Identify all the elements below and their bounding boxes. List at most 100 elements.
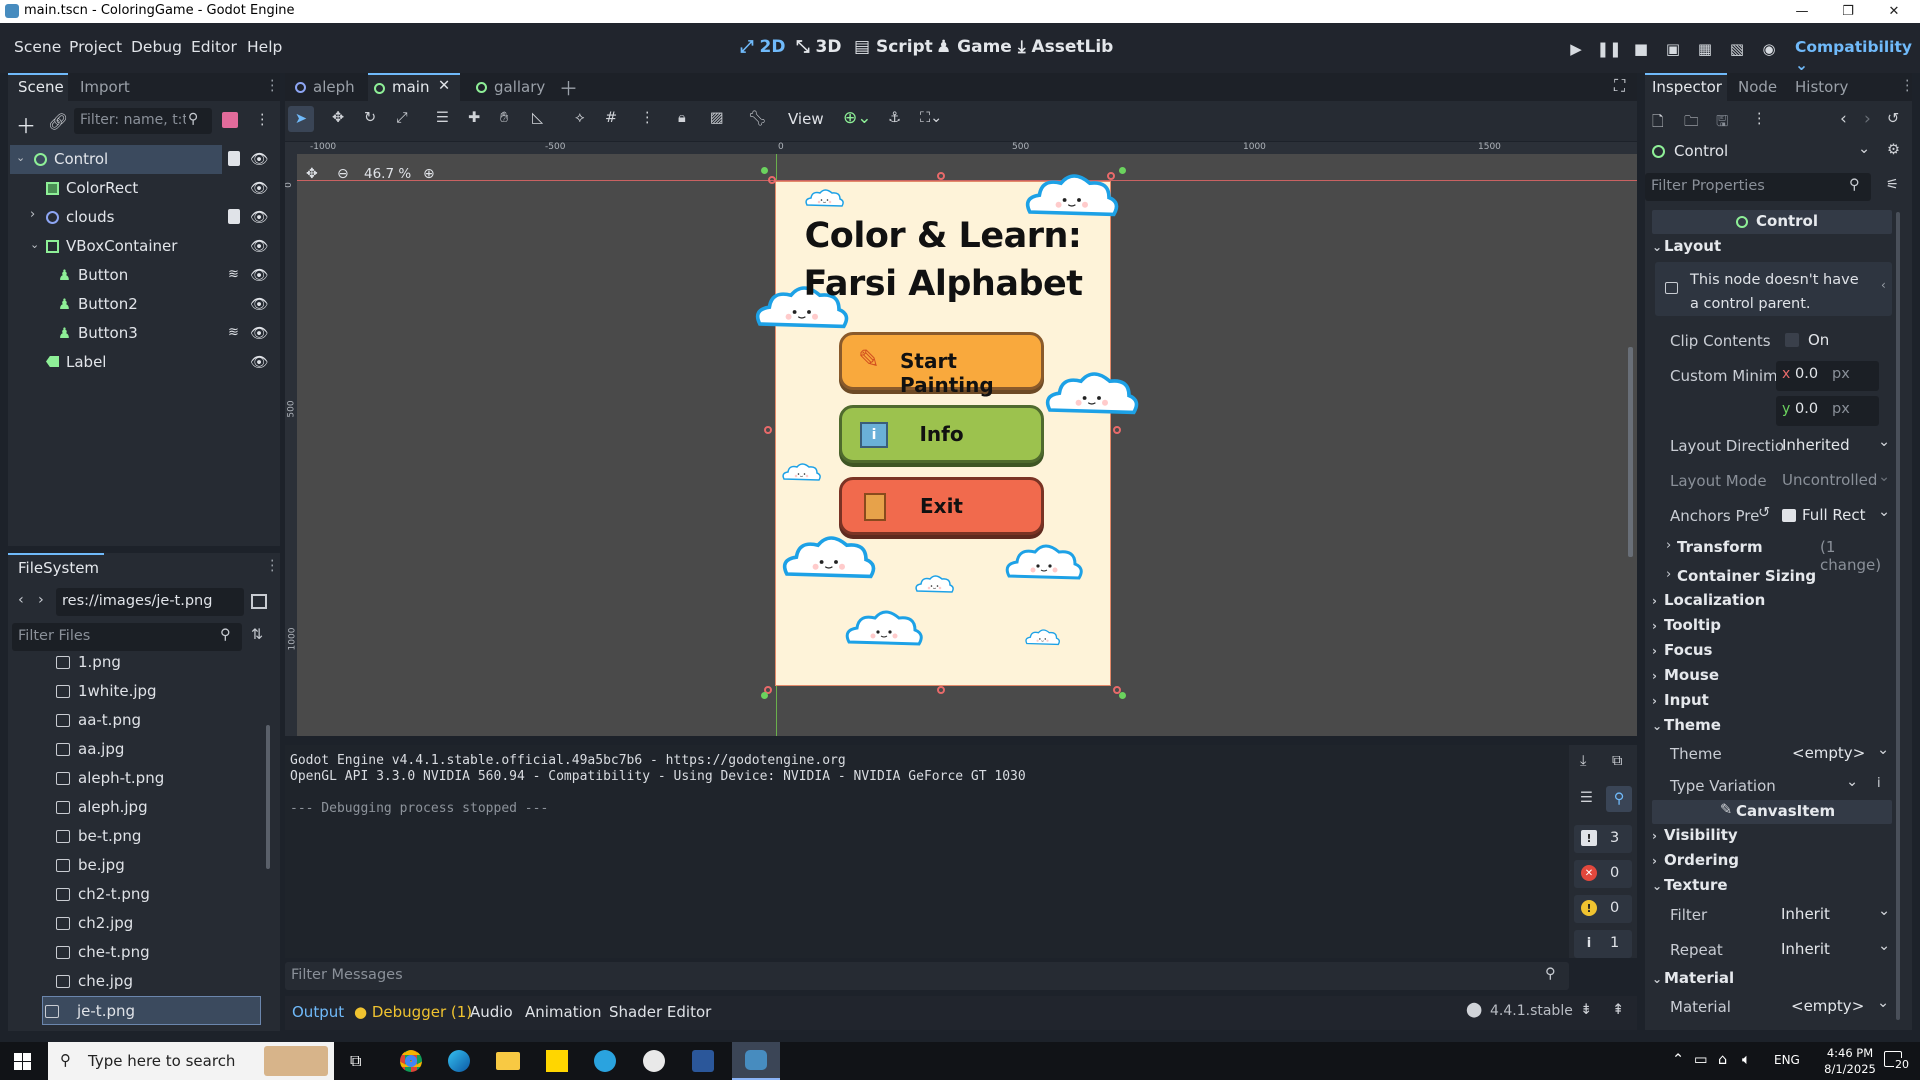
anchor-handle[interactable] <box>761 692 768 699</box>
file-item[interactable]: aa-t.png <box>14 706 261 735</box>
visibility-eye-icon[interactable]: 👁︎ <box>250 209 268 226</box>
prop-layout-mode[interactable]: Layout Mode Uncontrolled ⌄ <box>1655 465 1900 497</box>
filter-messages-input[interactable]: Filter Messages ⚲ <box>285 962 1569 990</box>
file-item[interactable]: aleph.jpg <box>14 793 261 822</box>
windows-start-icon[interactable] <box>14 1053 31 1070</box>
tab-scene[interactable]: Scene <box>18 78 64 96</box>
file-list-scrollbar[interactable] <box>266 725 270 869</box>
lock-icon[interactable]: 🔒︎ <box>678 110 686 126</box>
file-item[interactable]: ch2.jpg <box>14 909 261 938</box>
section-focus[interactable]: › Focus <box>1652 641 1892 665</box>
version-label[interactable]: 4.4.1.stable <box>1490 1003 1573 1019</box>
subsection-transform[interactable]: › Transform (1 change) <box>1666 537 1892 574</box>
pause-icon[interactable]: ❚❚ <box>1596 38 1621 60</box>
canvas-viewport[interactable]: -1000 -500 0 500 1000 1500 0 500 1000 ✥ … <box>285 142 1637 736</box>
dock-menu-icon[interactable]: ⋮ <box>265 558 280 574</box>
ruler-tool-icon[interactable]: ◺ <box>532 110 543 126</box>
workspace-assetlib[interactable]: ⤓ AssetLib <box>1018 37 1113 57</box>
expand-panel-icon[interactable]: ⇞ <box>1612 1002 1624 1018</box>
start-painting-button[interactable]: ✎ Start Painting <box>839 332 1044 397</box>
move-tool-icon[interactable]: ✥ <box>332 110 344 126</box>
select-tool-icon[interactable]: ➤ <box>288 106 314 132</box>
anchor-preset-icon[interactable]: ⊕⌄ <box>843 108 872 128</box>
new-resource-icon[interactable]: 🗋︎ <box>1652 111 1664 136</box>
menu-debug[interactable]: Debug <box>131 38 182 56</box>
split-view-icon[interactable] <box>251 594 267 609</box>
open-resource-icon[interactable]: 🗀︎ <box>1684 111 1699 136</box>
scene-tab-gallary[interactable]: gallary <box>466 73 556 101</box>
clear-output-icon[interactable]: ⤓ <box>1580 753 1586 769</box>
group-icon[interactable]: ▨ <box>710 110 724 126</box>
godot-taskbar-icon[interactable] <box>732 1042 780 1080</box>
bottom-tab-animation[interactable]: Animation <box>525 1003 601 1021</box>
section-tooltip[interactable]: › Tooltip <box>1652 616 1892 640</box>
scale-tool-icon[interactable]: ⤢ <box>396 110 408 126</box>
custom-min-x-field[interactable]: x 0.0 px <box>1776 361 1879 391</box>
bottom-tab-shader-editor[interactable]: Shader Editor <box>609 1003 711 1021</box>
chevron-right-icon[interactable]: › <box>30 207 35 222</box>
close-window-button[interactable]: ✕ <box>1872 0 1916 23</box>
pivot-tool-icon[interactable]: ✚ <box>468 110 480 126</box>
link-icon[interactable]: 🔗︎ <box>48 112 68 131</box>
prop-type-variation[interactable]: Type Variation ⌄ i <box>1655 770 1900 802</box>
section-layout[interactable]: ⌄ Layout <box>1652 237 1892 261</box>
dock-menu-icon[interactable]: ⋮ <box>265 78 280 94</box>
history-forward-icon[interactable]: › <box>1864 109 1871 129</box>
subsection-container-sizing[interactable]: › Container Sizing <box>1666 566 1892 590</box>
add-scene-tab-icon[interactable]: ＋ <box>559 74 578 101</box>
checkbox[interactable] <box>1785 333 1799 347</box>
workspace-2d[interactable]: ⤢ 2D <box>740 37 785 57</box>
section-material[interactable]: ⌄ Material <box>1652 969 1892 993</box>
word-icon[interactable] <box>692 1050 714 1072</box>
visibility-eye-icon[interactable]: 👁︎ <box>250 180 268 197</box>
section-theme[interactable]: ⌄ Theme <box>1652 716 1892 740</box>
inspected-node-select[interactable]: Control ⌄ <box>1652 139 1870 165</box>
inspector-scrollbar[interactable] <box>1896 212 1900 1020</box>
node-config-icon[interactable]: ⚙︎ <box>1887 142 1900 158</box>
play-custom-scene-icon[interactable]: ▧ <box>1726 38 1748 60</box>
anchor-icon[interactable]: ⚓︎ <box>888 110 901 126</box>
file-item[interactable]: aleph-t.png <box>14 764 261 793</box>
prop-clip-contents[interactable]: Clip Contents On <box>1655 325 1900 357</box>
attach-script-icon[interactable] <box>222 112 238 128</box>
tray-chevron-icon[interactable]: ⌃ <box>1672 1052 1684 1068</box>
menu-project[interactable]: Project <box>69 38 122 56</box>
menu-editor[interactable]: Editor <box>191 38 237 56</box>
stop-icon[interactable]: ■ <box>1630 38 1652 60</box>
file-item[interactable]: 1.png <box>14 655 261 677</box>
menu-scene[interactable]: Scene <box>14 38 61 56</box>
visibility-eye-icon[interactable]: 👁︎ <box>250 267 268 284</box>
smart-snap-icon[interactable]: ⟡ <box>575 110 585 126</box>
object-history-icon[interactable]: ↺ <box>1887 111 1899 127</box>
file-item[interactable]: che-t.png <box>14 938 261 967</box>
dock-menu-icon[interactable]: ⋮ <box>1900 78 1915 94</box>
prop-material[interactable]: Material <empty> ⌄ <box>1655 991 1900 1023</box>
list-select-icon[interactable]: ☰ <box>436 110 449 126</box>
clock[interactable]: 4:46 PM 8/1/2025 <box>1820 1045 1880 1077</box>
tree-node-vboxcontainer[interactable]: ⌄ VBoxContainer <box>10 232 235 261</box>
copy-output-icon[interactable]: ⧉ <box>1612 753 1622 769</box>
inspector-options-icon[interactable]: ⚟ <box>1886 177 1899 193</box>
tree-node-button[interactable]: ♟ Button <box>10 261 220 290</box>
tree-node-clouds[interactable]: › clouds <box>10 203 220 232</box>
tree-node-button3[interactable]: ♟ Button3 <box>10 319 220 348</box>
file-item[interactable]: ch2-t.png <box>14 880 261 909</box>
sticky-notes-icon[interactable] <box>546 1050 568 1072</box>
file-filter-input[interactable]: Filter Files ⚲ <box>12 623 242 651</box>
distraction-free-icon[interactable]: ⛶ <box>1614 76 1625 96</box>
collapse-icon[interactable]: ☰ <box>1580 790 1593 806</box>
tree-node-control[interactable]: ⌄ Control <box>10 145 222 174</box>
search-toggle-icon[interactable]: ⚲ <box>1606 786 1632 812</box>
add-node-icon[interactable]: ＋ <box>16 110 36 139</box>
remote-debug-icon[interactable]: ▣ <box>1662 38 1684 60</box>
bottom-tab-audio[interactable]: Audio <box>470 1003 513 1021</box>
minimize-button[interactable]: — <box>1780 0 1824 23</box>
prop-theme[interactable]: Theme <empty> ⌄ <box>1655 738 1900 770</box>
exit-button[interactable]: Exit <box>839 477 1044 535</box>
edge-icon[interactable] <box>448 1050 470 1072</box>
visibility-eye-icon[interactable]: 👁︎ <box>250 325 268 342</box>
info-icon[interactable]: i <box>1877 776 1881 791</box>
close-tab-icon[interactable]: ✕ <box>438 78 450 94</box>
section-ordering[interactable]: › Ordering <box>1652 851 1892 875</box>
tab-history[interactable]: History <box>1795 78 1848 96</box>
